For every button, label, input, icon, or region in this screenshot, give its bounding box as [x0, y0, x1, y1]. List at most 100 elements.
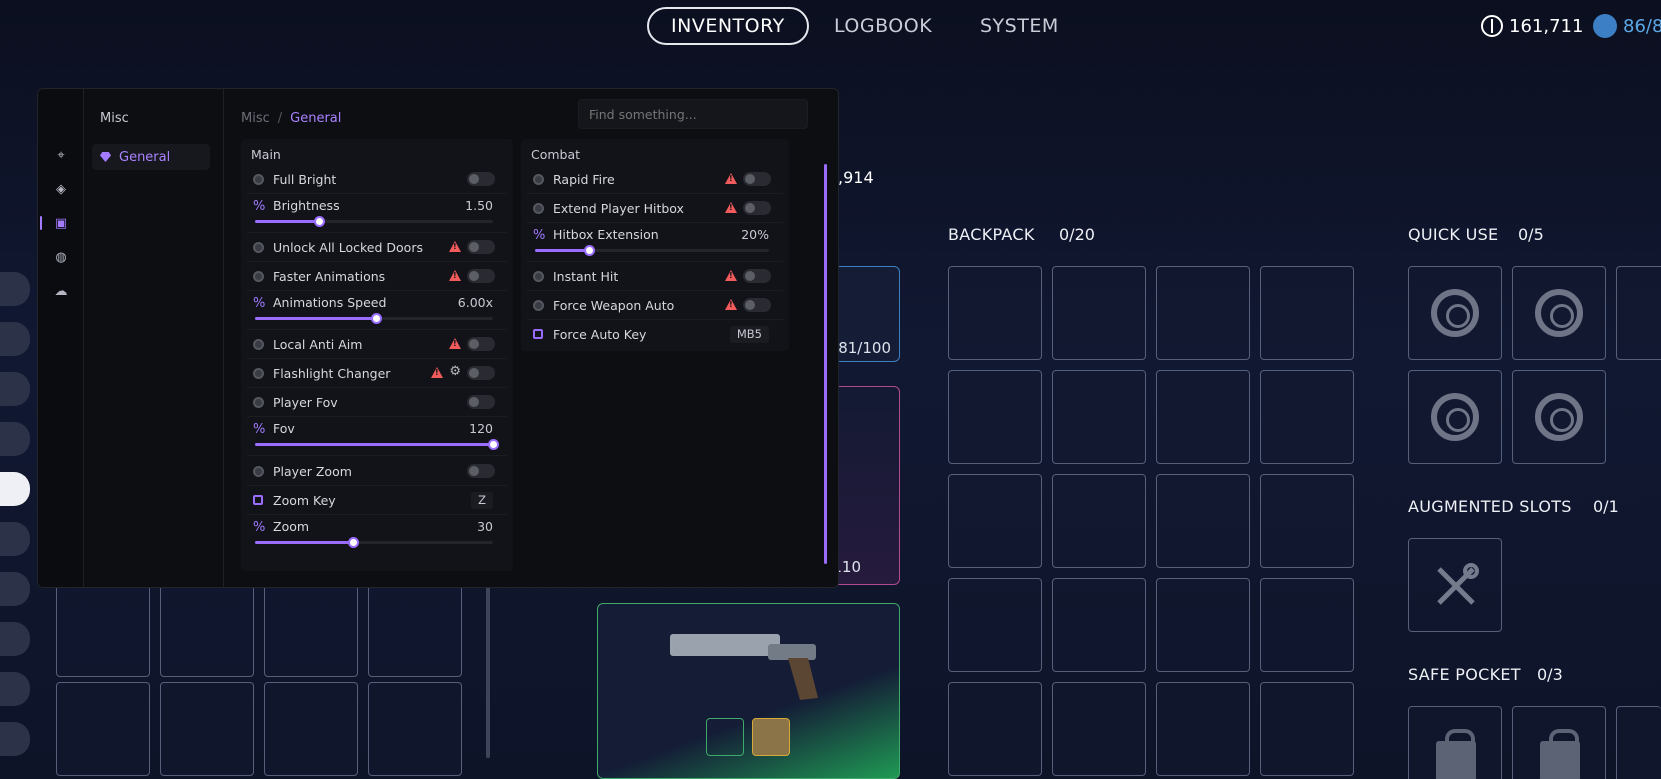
tab-inventory[interactable]: INVENTORY: [647, 7, 809, 45]
unlock-doors-toggle[interactable]: [467, 240, 495, 254]
attachment-slot[interactable]: [752, 718, 790, 756]
backpack-slot[interactable]: [1052, 370, 1146, 464]
backpack-slot[interactable]: [1156, 578, 1250, 672]
force-auto-key-bind[interactable]: MB5: [729, 326, 769, 343]
option-flashlight-changer[interactable]: Flashlight Changer ⚙: [247, 359, 507, 388]
backpack-slot[interactable]: [1156, 474, 1250, 568]
ring-icon[interactable]: [0, 572, 30, 606]
backpack-slot[interactable]: [1156, 266, 1250, 360]
hitbox-extension-slider[interactable]: [535, 245, 769, 256]
stash-slot[interactable]: [368, 583, 462, 677]
weapon-mod-icon[interactable]: [0, 522, 30, 556]
backpack-slot[interactable]: [1260, 370, 1354, 464]
option-force-auto-key[interactable]: Force Auto Key MB5: [527, 320, 783, 349]
slider-knob[interactable]: [583, 245, 595, 256]
globe-icon[interactable]: ◍: [54, 251, 68, 265]
backpack-slot[interactable]: [948, 682, 1042, 776]
key-icon[interactable]: [0, 622, 30, 656]
backpack-slot[interactable]: [1052, 266, 1146, 360]
full-bright-toggle[interactable]: [467, 172, 495, 186]
wrench-icon[interactable]: [0, 672, 30, 706]
slider-knob[interactable]: [314, 216, 326, 227]
quick-use-slot[interactable]: [1512, 266, 1606, 360]
option-faster-animations[interactable]: Faster Animations: [247, 262, 507, 291]
option-full-bright[interactable]: Full Bright: [247, 165, 507, 194]
backpack-slot[interactable]: [948, 474, 1042, 568]
zoom-key-bind[interactable]: Z: [471, 492, 493, 509]
option-force-weapon-auto[interactable]: Force Weapon Auto: [527, 291, 783, 320]
stash-slot[interactable]: [264, 682, 358, 776]
book-icon[interactable]: ▣: [54, 217, 68, 231]
safe-pocket-slot[interactable]: [1616, 706, 1661, 779]
stash-slot[interactable]: [160, 583, 254, 677]
quick-use-slot[interactable]: [1408, 266, 1502, 360]
player-zoom-toggle[interactable]: [467, 464, 495, 478]
flashlight-changer-toggle[interactable]: [467, 366, 495, 380]
shield-icon[interactable]: [0, 372, 30, 406]
search-input[interactable]: [578, 99, 808, 129]
tab-logbook[interactable]: LOGBOOK: [812, 7, 954, 45]
safe-pocket-slot[interactable]: [1408, 706, 1502, 779]
quick-use-slot[interactable]: [1408, 370, 1502, 464]
option-zoom-key[interactable]: Zoom Key Z: [247, 486, 507, 515]
faster-animations-toggle[interactable]: [467, 269, 495, 283]
grid-icon[interactable]: [0, 272, 30, 306]
quick-use-slot[interactable]: [1512, 370, 1606, 464]
cube-icon[interactable]: ◈: [54, 183, 68, 197]
backpack-slot[interactable]: [1052, 474, 1146, 568]
stash-slot[interactable]: [160, 682, 254, 776]
backpack-slot[interactable]: [1156, 370, 1250, 464]
option-local-anti-aim[interactable]: Local Anti Aim: [247, 330, 507, 359]
stash-scrollbar[interactable]: [486, 583, 490, 758]
local-anti-aim-toggle[interactable]: [467, 337, 495, 351]
backpack-slot[interactable]: [1260, 578, 1354, 672]
crosshair-icon[interactable]: ⌖: [54, 149, 68, 163]
bandage-icon[interactable]: [0, 322, 30, 356]
gear-icon[interactable]: ⚙: [449, 364, 461, 379]
fov-slider[interactable]: [255, 439, 499, 450]
safe-pocket-slot[interactable]: [1512, 706, 1606, 779]
backpack-slot[interactable]: [1052, 578, 1146, 672]
backpack-slot[interactable]: [1156, 682, 1250, 776]
category-item-general[interactable]: General: [92, 144, 210, 170]
cloud-icon[interactable]: ☁: [54, 285, 68, 299]
backpack-slot[interactable]: [948, 578, 1042, 672]
ammo-icon[interactable]: [0, 472, 30, 506]
force-weapon-auto-toggle[interactable]: [743, 298, 771, 312]
quick-use-slot[interactable]: [1616, 266, 1661, 360]
breadcrumb-root[interactable]: Misc: [241, 111, 270, 126]
tab-system[interactable]: SYSTEM: [958, 7, 1081, 45]
option-rapid-fire[interactable]: Rapid Fire: [527, 165, 783, 194]
instant-hit-toggle[interactable]: [743, 269, 771, 283]
player-fov-toggle[interactable]: [467, 395, 495, 409]
slider-knob[interactable]: [347, 537, 359, 548]
slider-knob[interactable]: [488, 439, 499, 450]
option-extend-hitbox[interactable]: Extend Player Hitbox: [527, 194, 783, 223]
backpack-slot[interactable]: [1260, 474, 1354, 568]
rapid-fire-toggle[interactable]: [743, 172, 771, 186]
option-instant-hit[interactable]: Instant Hit: [527, 262, 783, 291]
gun-icon[interactable]: [0, 422, 30, 456]
extend-hitbox-toggle[interactable]: [743, 201, 771, 215]
menu-scrollbar[interactable]: [824, 164, 827, 564]
animations-speed-slider[interactable]: [255, 313, 493, 324]
option-player-zoom[interactable]: Player Zoom: [247, 457, 507, 486]
stash-slot[interactable]: [264, 583, 358, 677]
option-player-fov[interactable]: Player Fov: [247, 388, 507, 417]
augmented-slot[interactable]: [1408, 538, 1502, 632]
backpack-slot[interactable]: [948, 370, 1042, 464]
slider-knob[interactable]: [371, 313, 383, 324]
backpack-slot[interactable]: [948, 266, 1042, 360]
weapon-card[interactable]: [597, 603, 900, 779]
stash-slot[interactable]: [56, 682, 150, 776]
brightness-slider[interactable]: [255, 216, 493, 227]
backpack-slot[interactable]: [1052, 682, 1146, 776]
backpack-slot[interactable]: [1260, 682, 1354, 776]
crate-icon[interactable]: [0, 722, 30, 756]
attachment-slot[interactable]: [706, 718, 744, 756]
zoom-slider[interactable]: [255, 537, 493, 548]
backpack-slot[interactable]: [1260, 266, 1354, 360]
option-unlock-doors[interactable]: Unlock All Locked Doors: [247, 233, 507, 262]
stash-slot[interactable]: [368, 682, 462, 776]
stash-slot[interactable]: [56, 583, 150, 677]
